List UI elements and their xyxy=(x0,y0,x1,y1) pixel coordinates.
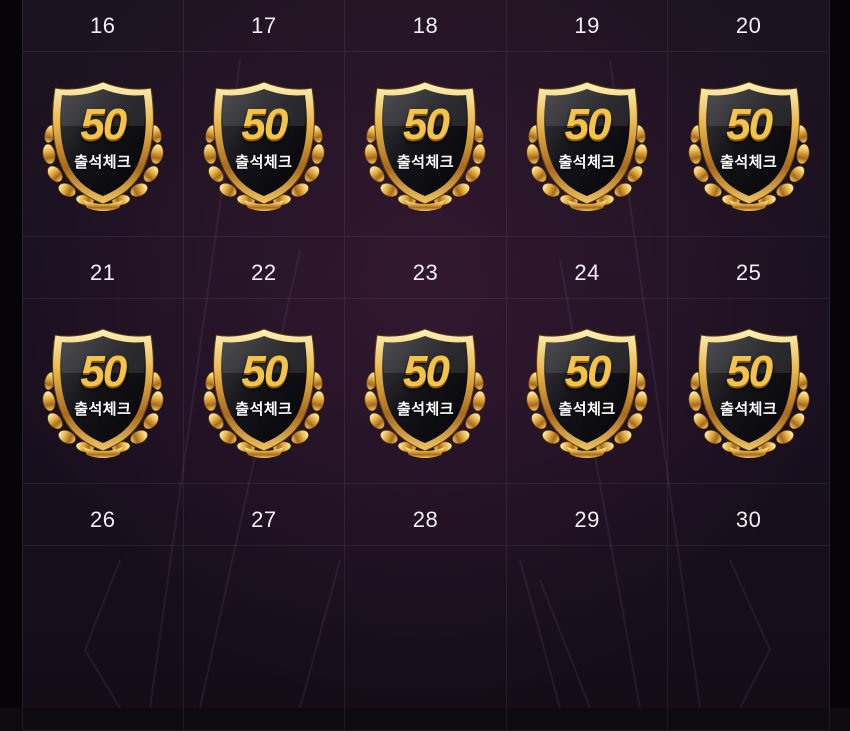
stamp-cell[interactable] xyxy=(22,546,184,731)
stamp-label: 출석체크 xyxy=(720,401,778,418)
stamp-cell[interactable] xyxy=(183,546,346,731)
stamp-label: 출석체크 xyxy=(235,154,293,171)
calendar-grid: 16 17 18 19 20 50 출석체크 50 출석체크 50 출석체크 5… xyxy=(22,0,830,731)
day-cell[interactable]: 20 xyxy=(668,0,830,52)
day-cell[interactable]: 27 xyxy=(183,484,346,546)
day-number: 29 xyxy=(574,506,600,532)
stamp-number: 50 xyxy=(241,100,288,149)
day-number: 30 xyxy=(735,506,762,532)
stamp-cell[interactable]: 50 출석체크 xyxy=(506,299,669,484)
attendance-stamp: 50 출석체크 xyxy=(355,321,495,461)
day-cell[interactable]: 24 xyxy=(506,237,669,299)
stamp-label: 출석체크 xyxy=(74,401,132,418)
stamp-cell[interactable]: 50 출석체크 xyxy=(183,299,346,484)
stamp-cell[interactable]: 50 출석체크 xyxy=(668,52,830,237)
stamp-label: 출석체크 xyxy=(396,154,455,171)
day-cell[interactable]: 29 xyxy=(506,484,669,546)
stamp-label: 출석체크 xyxy=(558,154,616,171)
day-number: 22 xyxy=(251,259,277,285)
day-cell[interactable]: 18 xyxy=(345,0,507,52)
day-number-row: 26 27 28 29 30 xyxy=(22,484,830,546)
stamp-label: 출석체크 xyxy=(558,401,616,418)
stamp-number: 50 xyxy=(403,347,450,396)
attendance-stamp: 50 출석체크 xyxy=(517,321,657,461)
day-number: 18 xyxy=(412,12,439,38)
day-cell[interactable]: 30 xyxy=(668,484,830,546)
day-number: 17 xyxy=(251,12,277,38)
stamp-cell[interactable]: 50 출석체크 xyxy=(668,299,830,484)
stamp-cell[interactable]: 50 출석체크 xyxy=(506,52,669,237)
day-number: 16 xyxy=(90,12,116,38)
day-number: 28 xyxy=(412,506,439,532)
day-cell[interactable]: 19 xyxy=(506,0,669,52)
day-number: 20 xyxy=(735,12,762,38)
day-number: 27 xyxy=(251,506,277,532)
day-cell[interactable]: 16 xyxy=(22,0,184,52)
day-cell[interactable]: 21 xyxy=(22,237,184,299)
day-cell[interactable]: 25 xyxy=(668,237,830,299)
attendance-stamp: 50 출석체크 xyxy=(517,74,657,214)
stamp-label: 출석체크 xyxy=(396,401,455,418)
stamp-number: 50 xyxy=(241,347,288,396)
day-number: 23 xyxy=(412,259,439,285)
day-cell[interactable]: 26 xyxy=(22,484,184,546)
day-number: 24 xyxy=(574,259,600,285)
stamp-number: 50 xyxy=(726,347,773,396)
stamp-number: 50 xyxy=(80,100,127,149)
stamp-number: 50 xyxy=(564,347,612,396)
attendance-calendar: 16 17 18 19 20 50 출석체크 50 출석체크 50 출석체크 5… xyxy=(0,0,850,731)
stamp-row xyxy=(22,546,830,731)
attendance-stamp: 50 출석체크 xyxy=(33,321,173,461)
day-cell[interactable]: 23 xyxy=(345,237,507,299)
attendance-stamp: 50 출석체크 xyxy=(679,321,819,461)
right-edge xyxy=(830,0,850,708)
day-number: 19 xyxy=(574,12,600,38)
day-cell[interactable]: 17 xyxy=(183,0,346,52)
stamp-label: 출석체크 xyxy=(235,401,293,418)
attendance-stamp: 50 출석체크 xyxy=(355,74,495,214)
stamp-cell[interactable] xyxy=(345,546,507,731)
stamp-cell[interactable] xyxy=(668,546,830,731)
stamp-label: 출석체크 xyxy=(74,154,132,171)
stamp-cell[interactable]: 50 출석체크 xyxy=(183,52,346,237)
stamp-number: 50 xyxy=(403,100,450,149)
stamp-cell[interactable]: 50 출석체크 xyxy=(345,52,507,237)
stamp-cell[interactable]: 50 출석체크 xyxy=(22,299,184,484)
day-cell[interactable]: 22 xyxy=(183,237,346,299)
stamp-number: 50 xyxy=(564,100,612,149)
stamp-label: 출석체크 xyxy=(720,154,778,171)
day-cell[interactable]: 28 xyxy=(345,484,507,546)
attendance-stamp: 50 출석체크 xyxy=(194,321,334,461)
attendance-stamp: 50 출석체크 xyxy=(679,74,819,214)
day-number-row: 16 17 18 19 20 xyxy=(22,0,830,52)
day-number: 21 xyxy=(90,259,116,285)
stamp-number: 50 xyxy=(80,347,127,396)
stamp-cell[interactable]: 50 출석체크 xyxy=(22,52,184,237)
stamp-number: 50 xyxy=(726,100,773,149)
attendance-stamp: 50 출석체크 xyxy=(194,74,334,214)
stamp-cell[interactable] xyxy=(506,546,669,731)
day-number: 25 xyxy=(735,259,762,285)
attendance-stamp: 50 출석체크 xyxy=(33,74,173,214)
stamp-cell[interactable]: 50 출석체크 xyxy=(345,299,507,484)
day-number: 26 xyxy=(90,506,116,532)
left-edge xyxy=(0,0,22,708)
day-number-row: 21 22 23 24 25 xyxy=(22,237,830,299)
stamp-row: 50 출석체크 50 출석체크 50 출석체크 50 출석체크 50 출석체크 xyxy=(22,52,830,237)
stamp-row: 50 출석체크 50 출석체크 50 출석체크 50 출석체크 50 출석체크 xyxy=(22,299,830,484)
